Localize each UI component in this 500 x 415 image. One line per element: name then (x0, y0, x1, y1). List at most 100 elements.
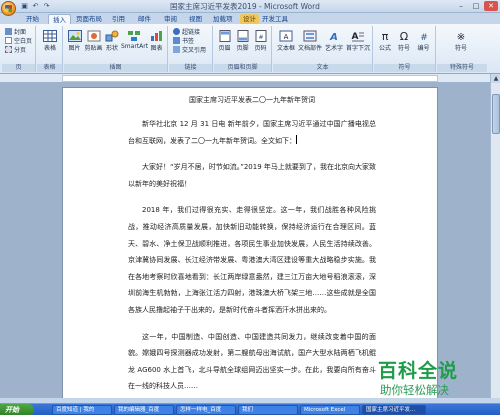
footer-button[interactable]: 页脚 (234, 30, 251, 52)
watermark: 百科全说 助你轻松解决 (378, 356, 498, 400)
svg-text:Ω: Ω (400, 30, 408, 42)
ribbon: 封面 空白页 分页 页 表格 表格 图片 剪贴画 形状 SmartArt 图表 … (0, 24, 500, 74)
group-label-links: 链接 (169, 64, 212, 72)
svg-text:#: # (258, 34, 263, 41)
group-special-symbols: ※ 符号 特殊符号 (437, 26, 487, 72)
svg-text:A: A (284, 33, 289, 41)
drop-cap-button[interactable]: A 首字下沉 (346, 30, 370, 52)
scroll-up-icon[interactable]: ▲ (491, 74, 500, 83)
group-header-footer: 页眉 页脚 # 页码 页眉和页脚 (214, 26, 272, 72)
shapes-icon (105, 30, 119, 42)
office-button[interactable] (1, 1, 16, 16)
group-links: 超链接 书签 交叉引用 链接 (169, 26, 213, 72)
shapes-button[interactable]: 形状 (104, 30, 120, 52)
header-icon (219, 30, 230, 42)
group-label-special-symbols: 特殊符号 (437, 64, 487, 72)
paragraph-2: 大家好！“岁月不居，时节如流。”2019 年马上就要到了，我在北京向大家致以新年… (128, 163, 376, 188)
paragraph-4: 这一年，中国制造、中国创造、中国建造共同发力，继续改变着中国的面貌。嫦娥四号探测… (128, 332, 376, 391)
document-title: 国家主席习近平发表二〇一九年新年贺词 (189, 96, 315, 104)
group-label-symbols: 符号 (374, 64, 435, 72)
chart-button[interactable]: 图表 (148, 30, 165, 52)
text-box-icon: A (279, 30, 293, 42)
tab-add-ins[interactable]: 加载项 (213, 14, 233, 24)
group-pages: 封面 空白页 分页 页 (2, 26, 36, 72)
taskbar-item-3[interactable]: 怎样一样电_百度 (176, 405, 236, 415)
quick-parts-button[interactable]: 文档部件 (298, 30, 322, 52)
special-symbol-button[interactable]: ※ 符号 (451, 30, 471, 52)
table-button[interactable]: 表格 (40, 30, 60, 52)
watermark-main: 百科全说 (378, 360, 459, 382)
group-tables: 表格 表格 (37, 26, 63, 72)
horizontal-ruler[interactable] (0, 74, 500, 83)
text-box-button[interactable]: A 文本框 (275, 30, 297, 52)
tab-references[interactable]: 引用 (112, 14, 125, 24)
taskbar-item-1[interactable]: 百度知道 | 我的 (52, 405, 112, 415)
document-body[interactable]: 国家主席习近平发表二〇一九年新年贺词 新华社北京 12 月 31 日电 新年前夕… (128, 94, 376, 398)
svg-text:#: # (420, 33, 428, 42)
wordart-icon: A (329, 32, 338, 42)
taskbar-item-2[interactable]: 我的编辑器_百度 (114, 405, 174, 415)
omega-icon: Ω (400, 30, 408, 42)
quick-parts-icon (303, 30, 317, 42)
page-number-button[interactable]: # 页码 (252, 30, 269, 52)
symbol-button[interactable]: Ω 符号 (395, 30, 413, 52)
drop-cap-icon: A (352, 32, 364, 42)
tab-mailings[interactable]: 邮件 (138, 14, 151, 24)
group-label-text: 文本 (273, 64, 372, 72)
document-workspace: 国家主席习近平发表二〇一九年新年贺词 新华社北京 12 月 31 日电 新年前夕… (0, 83, 490, 398)
footer-icon (237, 30, 248, 42)
window-title: 国家主席习近平发表2019 - Microsoft Word (170, 2, 320, 11)
bookmark-button[interactable]: 书签 (173, 37, 194, 46)
cover-page-button[interactable]: 封面 (5, 28, 26, 37)
save-icon[interactable]: ▣ (20, 2, 29, 11)
vertical-scrollbar[interactable]: ▲ (490, 74, 500, 398)
undo-icon[interactable]: ↶ (31, 2, 40, 11)
redo-icon[interactable]: ↷ (42, 2, 51, 11)
tab-insert[interactable]: 插入 (48, 14, 71, 24)
svg-text:A: A (329, 32, 338, 42)
numbering-icon: # (420, 33, 428, 42)
minimize-icon[interactable]: – (454, 1, 468, 11)
svg-text:※: ※ (457, 32, 465, 42)
svg-text:π: π (382, 30, 389, 42)
text-cursor (296, 134, 297, 144)
ruler-track (62, 75, 438, 82)
hyperlink-icon (173, 28, 180, 35)
taskbar-item-5[interactable]: Microsoft Excel (300, 405, 360, 415)
table-icon (43, 30, 57, 42)
close-icon[interactable]: ✕ (484, 1, 498, 11)
scroll-thumb[interactable] (492, 94, 500, 134)
smartart-button[interactable]: SmartArt (121, 30, 148, 50)
paragraph-3: 2018 年，我们过得很充实、走得很坚定。这一年，我们战胜各种风险挑战，推动经济… (128, 206, 376, 314)
page-break-button[interactable]: 分页 (5, 46, 26, 55)
picture-icon (67, 30, 82, 42)
group-label-pages: 页 (2, 64, 35, 72)
document-page[interactable]: 国家主席习近平发表二〇一九年新年贺词 新华社北京 12 月 31 日电 新年前夕… (62, 87, 438, 398)
tab-view[interactable]: 视图 (189, 14, 202, 24)
taskbar-item-4[interactable]: 我们 (238, 405, 298, 415)
numbering-button[interactable]: # 编号 (414, 30, 433, 52)
tab-page-layout[interactable]: 页面布局 (76, 14, 102, 24)
window-controls: – □ ✕ (454, 1, 498, 11)
wordart-button[interactable]: A 艺术字 (323, 30, 345, 52)
title-bar: ▣ ↶ ↷ 国家主席习近平发表2019 - Microsoft Word – □… (0, 0, 500, 16)
start-button[interactable]: 开始 (0, 404, 34, 415)
group-label-header-footer: 页眉和页脚 (214, 64, 271, 72)
clip-art-button[interactable]: 剪贴画 (84, 30, 103, 52)
blank-page-button[interactable]: 空白页 (5, 37, 32, 46)
tab-developer[interactable]: 开发工具 (262, 14, 288, 24)
tab-home[interactable]: 开始 (26, 14, 39, 24)
picture-button[interactable]: 图片 (66, 30, 83, 52)
chart-icon (150, 31, 162, 41)
hyperlink-button[interactable]: 超链接 (173, 28, 200, 37)
cover-page-icon (5, 28, 12, 35)
ribbon-tabs: 开始 插入 页面布局 引用 邮件 审阅 视图 加载项 设计 开发工具 (0, 13, 500, 24)
equation-button[interactable]: π 公式 (376, 30, 394, 52)
maximize-icon[interactable]: □ (469, 1, 483, 11)
cross-reference-button[interactable]: 交叉引用 (173, 46, 206, 55)
taskbar-item-6[interactable]: 国家主席习近平发... (362, 405, 426, 415)
tab-review[interactable]: 审阅 (164, 14, 177, 24)
tab-design[interactable]: 设计 (240, 14, 259, 24)
header-button[interactable]: 页眉 (216, 30, 233, 52)
group-label-tables: 表格 (37, 64, 62, 72)
